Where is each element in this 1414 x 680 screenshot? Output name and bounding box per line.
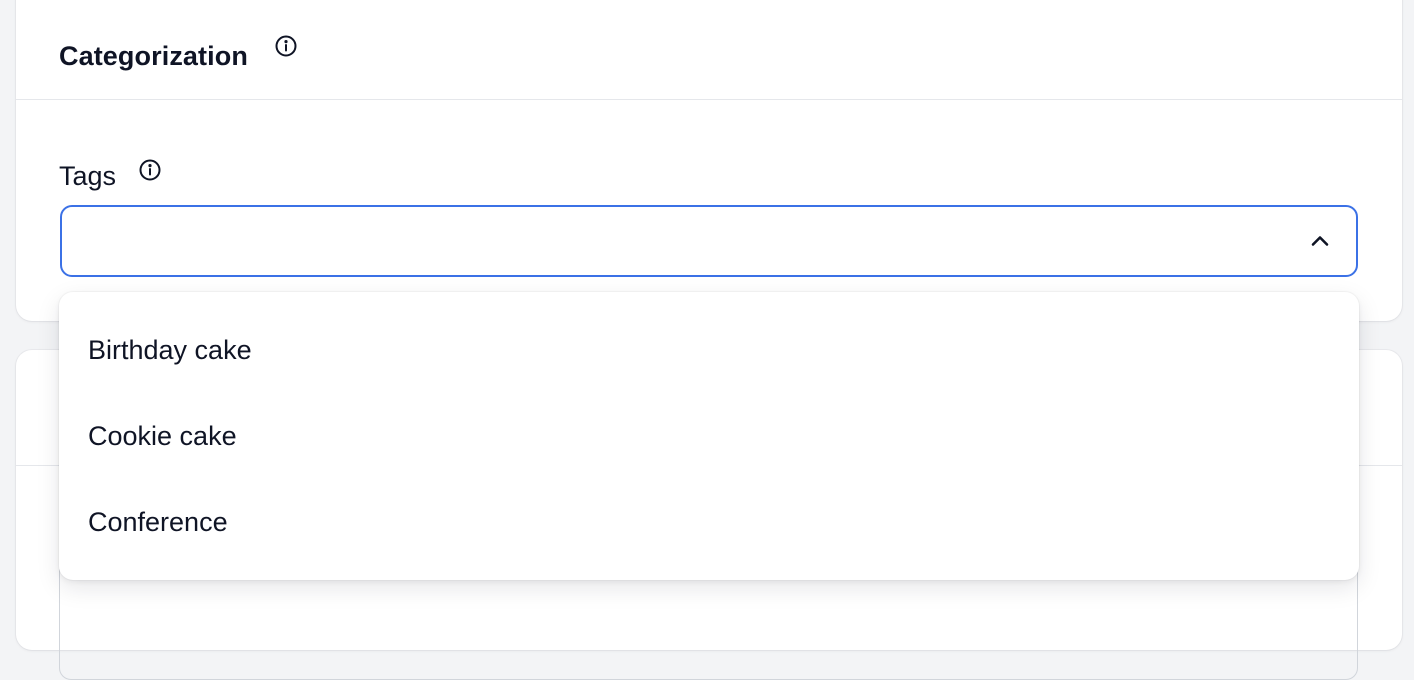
tags-label: Tags [59, 161, 117, 191]
tags-dropdown-menu: Birthday cake Cookie cake Conference [59, 292, 1359, 580]
card-header: Categorization [16, 0, 1402, 100]
tag-option-birthday-cake[interactable]: Birthday cake [59, 307, 1359, 393]
tags-info-icon[interactable] [138, 158, 162, 182]
tags-select[interactable] [60, 205, 1358, 277]
card-title: Categorization [59, 41, 248, 71]
categorization-card: Categorization Tags [16, 0, 1402, 321]
tag-option-conference[interactable]: Conference [59, 479, 1359, 565]
chevron-up-icon[interactable] [1308, 229, 1332, 253]
info-icon[interactable] [274, 34, 298, 58]
tag-option-cookie-cake[interactable]: Cookie cake [59, 393, 1359, 479]
tags-option-list: Birthday cake Cookie cake Conference [59, 307, 1359, 565]
